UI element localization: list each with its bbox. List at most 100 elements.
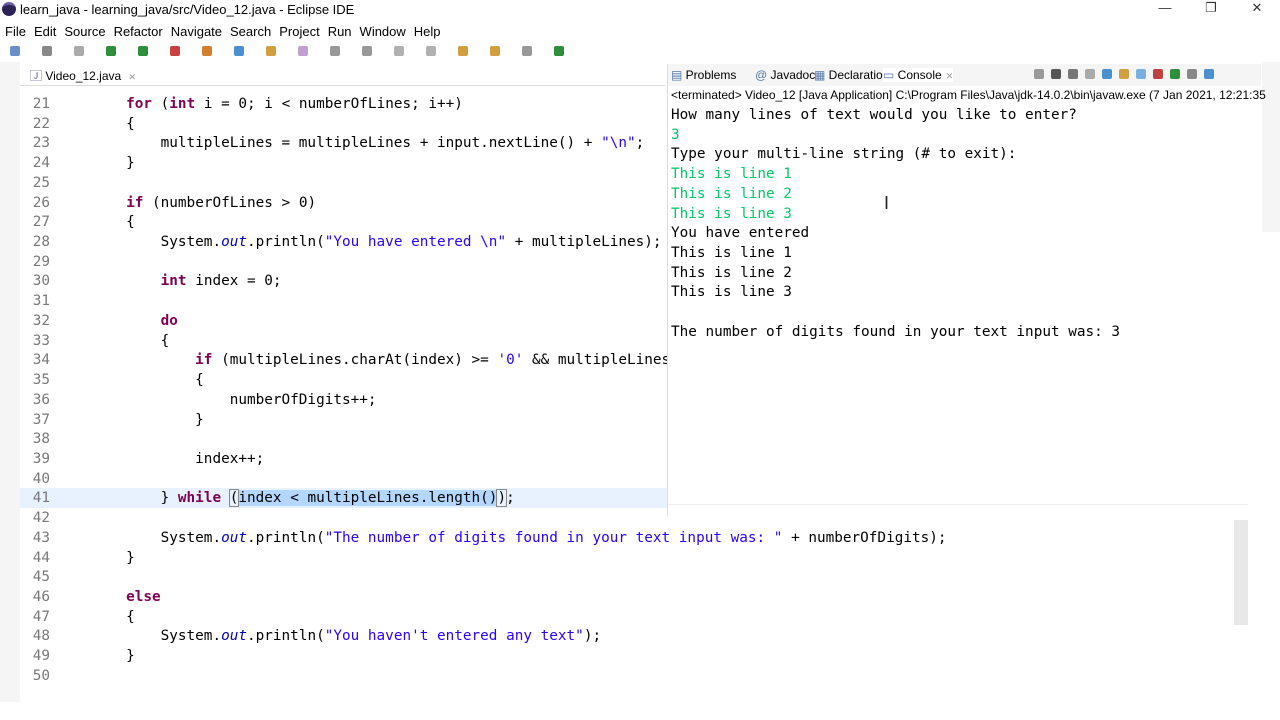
java-file-icon: 🄹: [30, 69, 46, 83]
console-input-line: 3: [671, 126, 680, 143]
console-toolbar-icon[interactable]: [1170, 69, 1180, 79]
code-text[interactable]: {: [57, 607, 135, 627]
code-text[interactable]: }: [57, 646, 135, 666]
console-toolbar-icon[interactable]: [1085, 69, 1095, 79]
tab-console[interactable]: ▭ Console ✕: [883, 68, 954, 82]
code-text[interactable]: if (numberOfLines > 0): [57, 193, 316, 213]
editor-horizontal-scrollbar[interactable]: [58, 688, 1228, 700]
tab-close-icon[interactable]: ✕: [946, 71, 954, 81]
console-horizontal-scrollbar[interactable]: [668, 504, 1248, 516]
toolbar-button-icon[interactable]: [522, 46, 532, 56]
tab-close-icon[interactable]: ✕: [129, 72, 137, 82]
toolbar-button-icon[interactable]: [330, 46, 340, 56]
toolbar-button-icon[interactable]: [138, 46, 148, 56]
toolbar-button-icon[interactable]: [362, 46, 372, 56]
console-vertical-scrollbar[interactable]: [1236, 108, 1246, 498]
toolbar-button-icon[interactable]: [106, 46, 116, 56]
console-toolbar-icon[interactable]: [1153, 69, 1163, 79]
code-token: "You haven't entered any text": [324, 628, 584, 645]
code-text[interactable]: System.out.println("The number of digits…: [57, 528, 947, 548]
menu-window[interactable]: Window: [360, 22, 406, 39]
menu-refactor[interactable]: Refactor: [114, 22, 163, 39]
toolbar-button-icon[interactable]: [490, 46, 500, 56]
code-text[interactable]: {: [57, 114, 135, 134]
editor-tab-video12[interactable]: 🄹 Video_12.java ✕: [30, 67, 136, 84]
code-text[interactable]: else: [57, 587, 161, 607]
toolbar-button-icon[interactable]: [426, 46, 436, 56]
console-toolbar-icon[interactable]: [1119, 69, 1129, 79]
restore-button[interactable]: ❐: [1188, 0, 1234, 20]
code-line: 45: [20, 567, 1260, 587]
code-token: "The number of digits found in your text…: [324, 529, 783, 546]
line-number: 45: [32, 569, 50, 586]
toolbar-button-icon[interactable]: [10, 46, 20, 56]
tab-problems[interactable]: ▤ Problems: [671, 68, 736, 82]
console-toolbar-icon[interactable]: [1136, 69, 1146, 79]
code-text[interactable]: }: [57, 548, 135, 568]
code-token: }: [57, 549, 135, 566]
toolbar-button-icon[interactable]: [554, 46, 564, 56]
menu-navigate[interactable]: Navigate: [171, 22, 222, 39]
editor-vertical-scrollbar-thumb[interactable]: [1234, 520, 1248, 625]
toolbar-button-icon[interactable]: [458, 46, 468, 56]
code-token: index = 0;: [186, 273, 282, 290]
console-toolbar-icon[interactable]: [1068, 69, 1078, 79]
console-output-line: You have entered: [671, 225, 810, 242]
toolbar-button-icon[interactable]: [42, 46, 52, 56]
toolbar-button-icon[interactable]: [234, 46, 244, 56]
toolbar-button-icon[interactable]: [202, 46, 212, 56]
toolbar-button-icon[interactable]: [74, 46, 84, 56]
window-title: learn_java - learning_java/src/Video_12.…: [20, 2, 355, 17]
code-token: (: [152, 96, 170, 112]
code-text[interactable]: {: [57, 212, 135, 232]
code-text[interactable]: System.out.println("You have entered \n"…: [57, 232, 662, 252]
eclipse-logo-icon: [2, 2, 16, 16]
tab-declaration[interactable]: ▦ Declaration: [814, 68, 889, 82]
console-toolbar-icon[interactable]: [1034, 69, 1044, 79]
code-token: System.: [57, 529, 222, 546]
console-toolbar-icon[interactable]: [1102, 69, 1112, 79]
line-number: 27: [32, 214, 50, 231]
menu-file[interactable]: File: [5, 22, 26, 39]
code-text[interactable]: int index = 0;: [57, 271, 282, 291]
menu-search[interactable]: Search: [230, 22, 271, 39]
code-text[interactable]: multipleLines = multipleLines + input.ne…: [57, 133, 645, 153]
code-text[interactable]: do: [57, 311, 178, 331]
menu-project[interactable]: Project: [279, 22, 319, 39]
line-number: 39: [32, 450, 50, 467]
code-text[interactable]: }: [57, 410, 204, 430]
code-token: {: [57, 332, 170, 349]
declaration-icon: ▦: [814, 68, 829, 82]
menu-run[interactable]: Run: [328, 22, 352, 39]
console-toolbar-icon[interactable]: [1187, 69, 1197, 79]
console-toolbar-icon[interactable]: [1051, 69, 1061, 79]
code-text[interactable]: for (int i = 0; i < numberOfLines; i++): [57, 94, 463, 114]
tab-javadoc[interactable]: @ Javadoc: [755, 68, 815, 82]
menu-source[interactable]: Source: [64, 22, 105, 39]
toolbar-button-icon[interactable]: [298, 46, 308, 56]
menu-help[interactable]: Help: [414, 22, 441, 39]
code-token: {: [57, 608, 135, 625]
code-text[interactable]: } while (index < multipleLines.length())…: [57, 488, 515, 508]
code-text[interactable]: System.out.println("You haven't entered …: [57, 626, 601, 646]
code-text[interactable]: index++;: [57, 449, 264, 469]
problems-icon: ▤: [671, 68, 686, 82]
code-text[interactable]: {: [57, 331, 170, 351]
code-line: 43 System.out.println("The number of dig…: [20, 528, 1260, 548]
code-text[interactable]: numberOfDigits++;: [57, 390, 377, 410]
line-number: 37: [32, 411, 50, 428]
close-button[interactable]: ✕: [1234, 0, 1280, 20]
toolbar-button-icon[interactable]: [170, 46, 180, 56]
minimize-button[interactable]: —: [1142, 0, 1188, 20]
code-token: + numberOfDigits);: [782, 529, 947, 546]
code-token: );: [583, 628, 602, 645]
code-text[interactable]: {: [57, 370, 204, 390]
menu-edit[interactable]: Edit: [34, 22, 56, 39]
code-token: {: [57, 214, 135, 231]
toolbar-button-icon[interactable]: [266, 46, 276, 56]
toolbar-button-icon[interactable]: [394, 46, 404, 56]
code-text[interactable]: }: [57, 153, 135, 173]
console-toolbar-icon[interactable]: [1204, 69, 1214, 79]
